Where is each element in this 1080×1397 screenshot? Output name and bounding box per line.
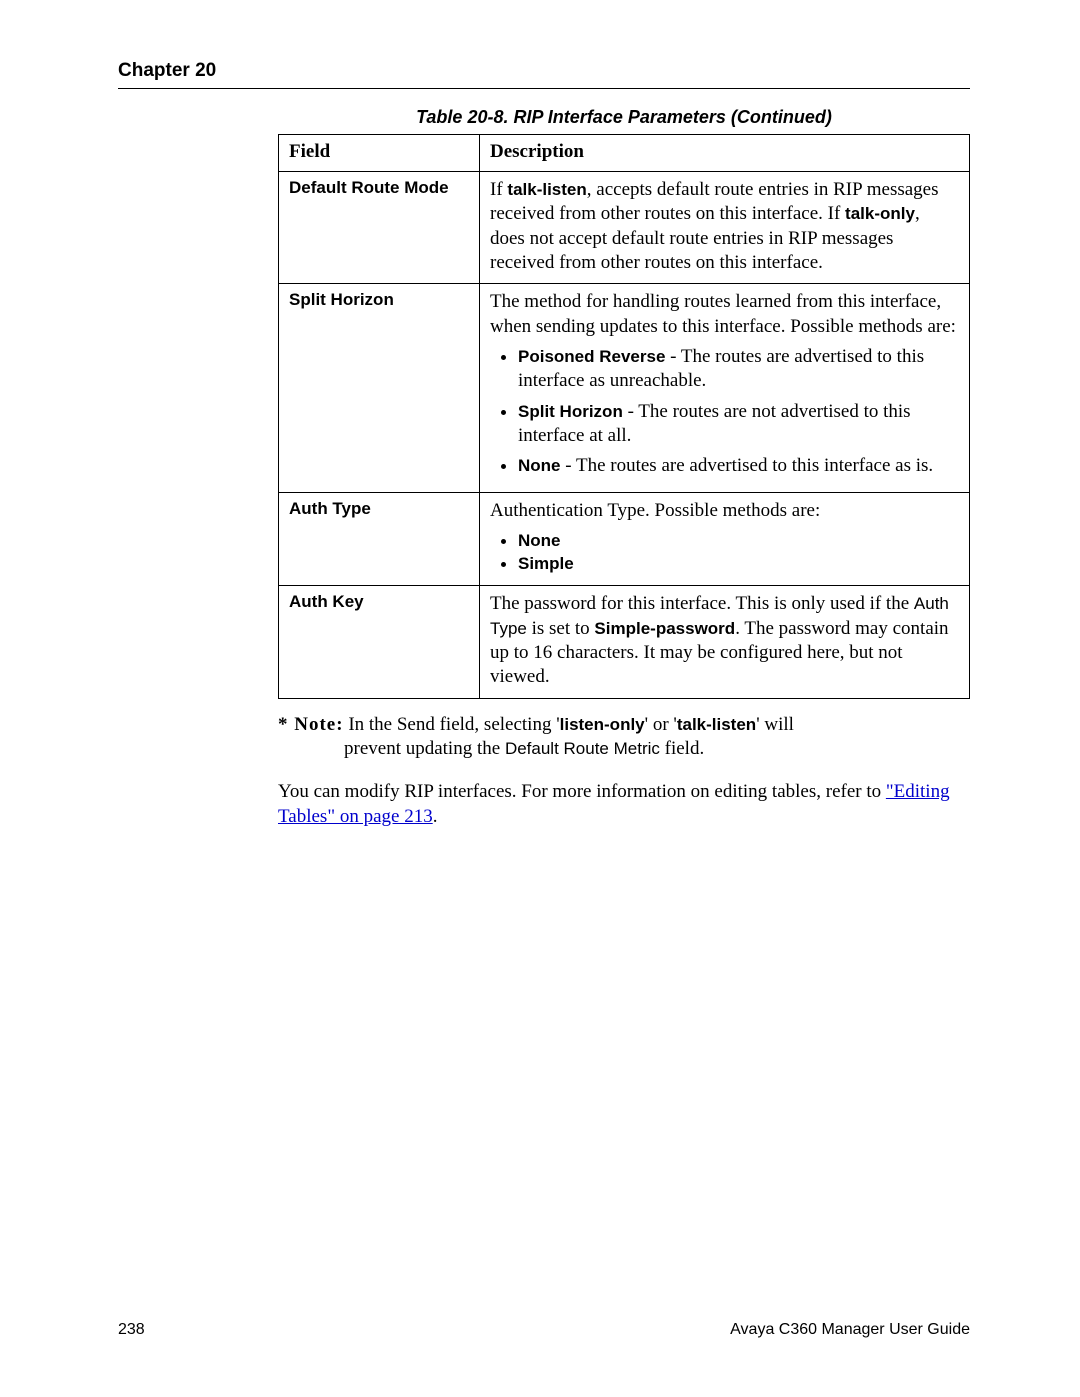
divider [118, 88, 970, 89]
chapter-heading: Chapter 20 [118, 60, 970, 82]
col-description: Description [480, 135, 970, 172]
desc-default-route-mode: If talk-listen, accepts default route en… [480, 172, 970, 284]
field-auth-key: Auth Key [279, 586, 480, 698]
content-area: Table 20-8. RIP Interface Parameters (Co… [278, 107, 970, 829]
list-item: None - The routes are advertised to this… [518, 454, 959, 478]
text: field. [660, 738, 704, 759]
note: * Note: In the Send field, selecting 'li… [278, 713, 970, 762]
field-auth-type: Auth Type [279, 493, 480, 586]
bold-text: Split Horizon [518, 402, 623, 421]
bold-text: talk-only [845, 204, 915, 223]
page: Chapter 20 Table 20-8. RIP Interface Par… [0, 0, 1080, 829]
text: The method for handling routes learned f… [490, 290, 959, 339]
text: You can modify RIP interfaces. For more … [278, 781, 886, 802]
auth-type-list: None Simple [490, 530, 959, 576]
bold-text: talk-listen [677, 715, 756, 734]
table-row: Auth Type Authentication Type. Possible … [279, 493, 970, 586]
bold-text: Poisoned Reverse [518, 347, 665, 366]
desc-auth-type: Authentication Type. Possible methods ar… [480, 493, 970, 586]
document-title: Avaya C360 Manager User Guide [730, 1321, 970, 1339]
desc-split-horizon: The method for handling routes learned f… [480, 284, 970, 493]
table-row: Auth Key The password for this interface… [279, 586, 970, 698]
text: - The routes are advertised to this inte… [561, 455, 934, 476]
table-header-row: Field Description [279, 135, 970, 172]
text: ' or ' [645, 714, 677, 735]
text: Authentication Type. Possible methods ar… [490, 499, 959, 523]
body-paragraph: You can modify RIP interfaces. For more … [278, 780, 970, 829]
bold-text: None [518, 456, 561, 475]
note-label: * Note: [278, 714, 344, 735]
list-item: Simple [518, 553, 959, 576]
text: ' will [756, 714, 794, 735]
parameters-table: Field Description Default Route Mode If … [278, 134, 970, 699]
bold-text: Simple-password [594, 619, 735, 638]
table-row: Default Route Mode If talk-listen, accep… [279, 172, 970, 284]
sans-text: Default Route Metric [505, 739, 660, 758]
note-line2: prevent updating the Default Route Metri… [344, 737, 970, 762]
text: The password for this interface. This is… [490, 593, 914, 614]
text: is set to [527, 618, 595, 639]
bold-text: Simple [518, 554, 574, 573]
list-item: Poisoned Reverse - The routes are advert… [518, 345, 959, 394]
field-default-route-mode: Default Route Mode [279, 172, 480, 284]
table-row: Split Horizon The method for handling ro… [279, 284, 970, 493]
list-item: Split Horizon - The routes are not adver… [518, 400, 959, 449]
list-item: None [518, 530, 959, 553]
bold-text: listen-only [560, 715, 645, 734]
text: In the Send field, selecting ' [344, 714, 560, 735]
col-field: Field [279, 135, 480, 172]
bold-text: talk-listen [507, 180, 586, 199]
text: . [433, 806, 438, 827]
bold-text: None [518, 531, 561, 550]
method-list: Poisoned Reverse - The routes are advert… [490, 345, 959, 479]
text: If [490, 179, 507, 200]
field-split-horizon: Split Horizon [279, 284, 480, 493]
desc-auth-key: The password for this interface. This is… [480, 586, 970, 698]
text: prevent updating the [344, 738, 505, 759]
page-number: 238 [118, 1321, 145, 1339]
page-footer: 238 Avaya C360 Manager User Guide [118, 1321, 970, 1339]
table-caption: Table 20-8. RIP Interface Parameters (Co… [278, 107, 970, 128]
